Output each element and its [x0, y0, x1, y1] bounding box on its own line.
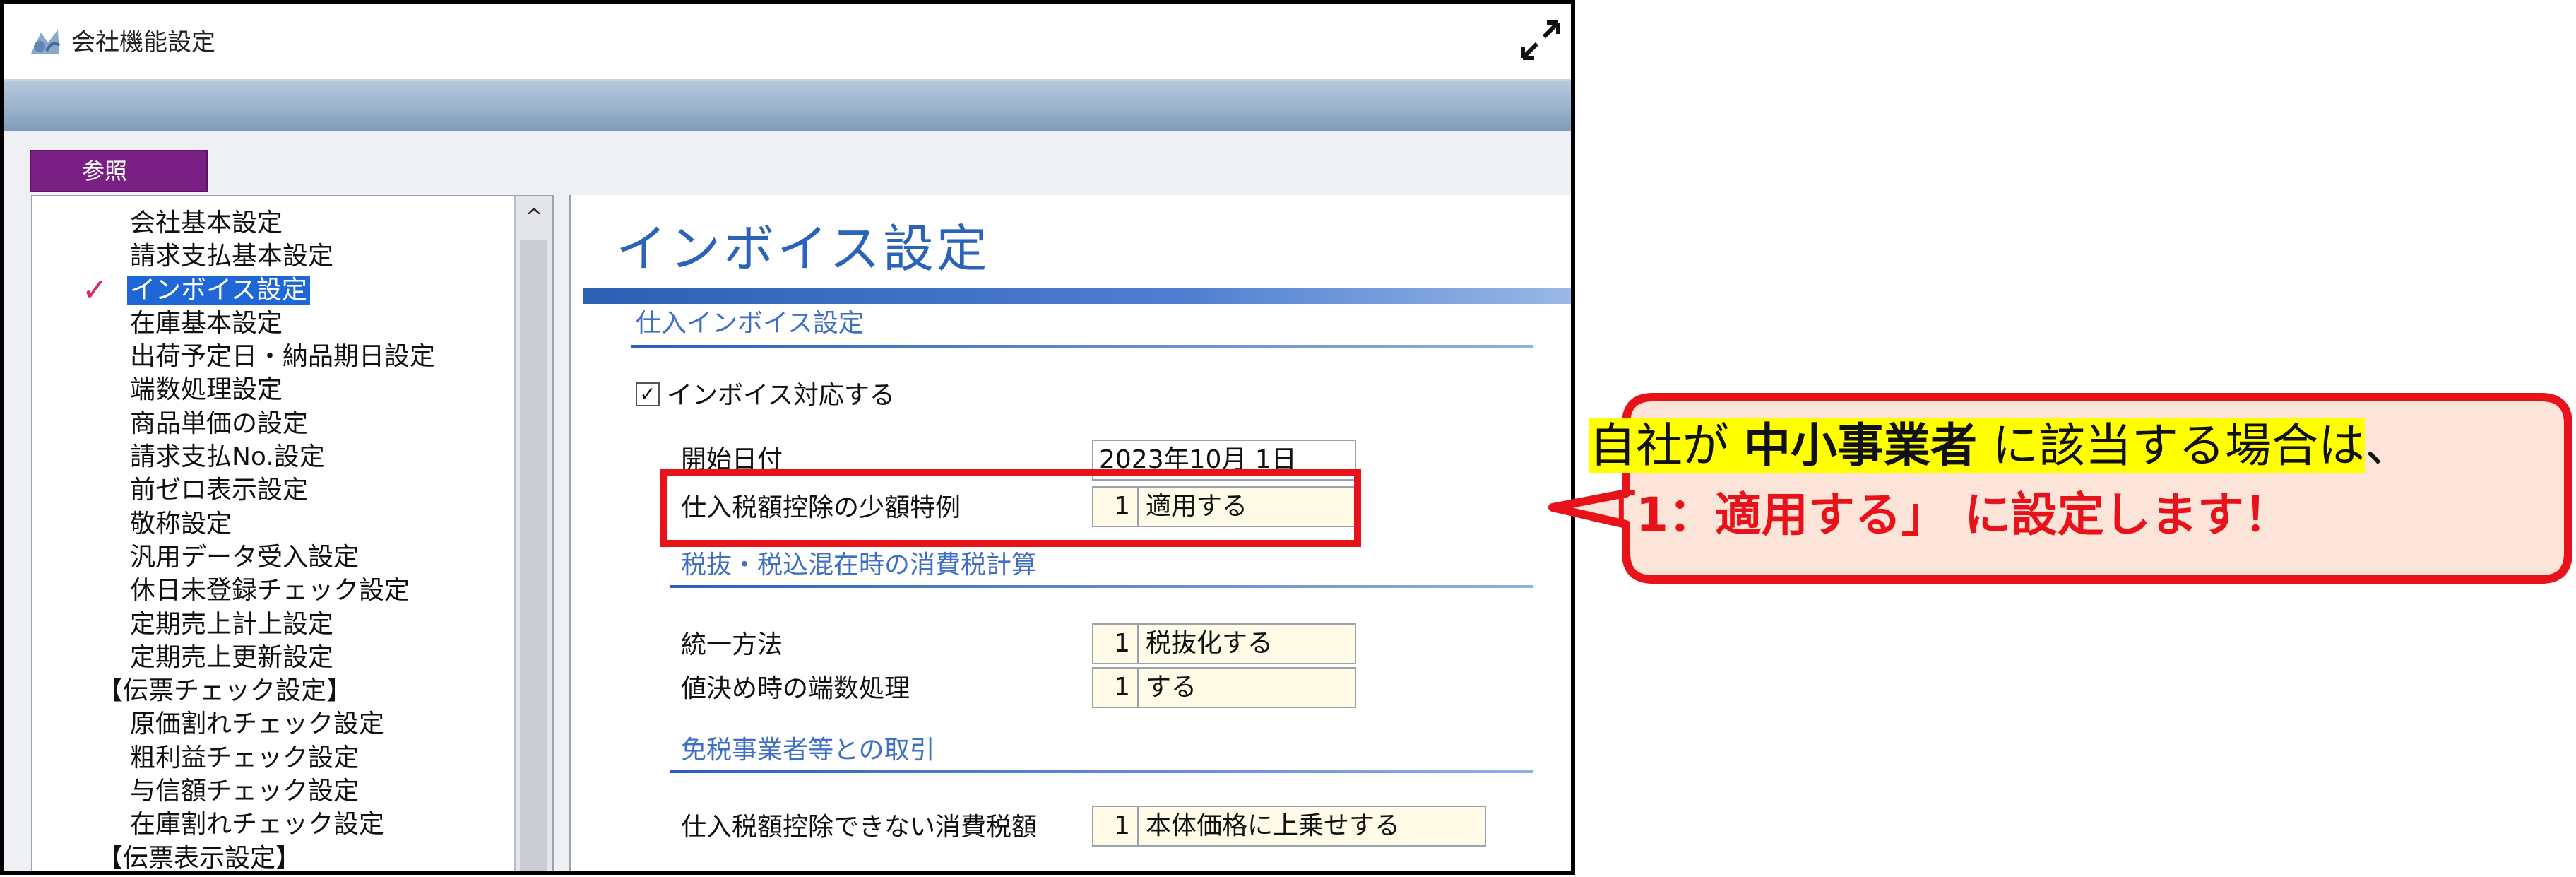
tree-item-label: 定期売上更新設定 — [130, 642, 334, 672]
tree-item-label: 敬称設定 — [130, 509, 232, 538]
tree-item-label: 与信額チェック設定 — [130, 777, 360, 806]
callout-post: に該当する場合は — [1976, 418, 2365, 473]
invoice-checkbox-row[interactable]: ✓ インボイス対応する — [636, 377, 895, 414]
tree-item-label: 請求支払No.設定 — [130, 442, 325, 472]
callout-pre: 自社が — [1589, 418, 1744, 473]
rounding-field[interactable]: 1 する — [1092, 667, 1356, 708]
settings-tree: 会社基本設定請求支払基本設定 ✓ インボイス設定 在庫基本設定出荷予定日・納品期日設定… — [31, 195, 554, 873]
tree-item[interactable]: 【伝票表示設定】 — [32, 842, 513, 873]
tree-item[interactable]: 請求支払No.設定 — [32, 440, 513, 473]
scrollbar-thumb[interactable] — [520, 240, 547, 871]
rounding-code: 1 — [1093, 669, 1139, 707]
nondeductible-label: 仕入税額控除できない消費税額 — [681, 813, 1038, 842]
tree-item-label: 【伝票チェック設定】 — [97, 676, 352, 706]
tree-item-label: 会社基本設定 — [130, 208, 283, 237]
unify-method-value: 税抜化する — [1146, 629, 1274, 658]
callout-tail: 、 — [2364, 418, 2411, 473]
tree-item-label: 休日未登録チェック設定 — [130, 576, 410, 606]
tree-item-label: 在庫割れチェック設定 — [130, 810, 385, 840]
tree-item[interactable]: 敬称設定 — [32, 507, 513, 541]
section-rule — [670, 770, 1533, 773]
nondeductible-field[interactable]: 1 本体価格に上乗せする — [1092, 806, 1486, 847]
tree-item[interactable]: 端数処理設定 — [32, 373, 513, 406]
callout-line-1: 自社が 中小事業者 に該当する場合は、 — [1589, 411, 2550, 481]
checkmark-icon: ✓ — [82, 271, 108, 308]
tree-item[interactable]: 休日未登録チェック設定 — [32, 574, 513, 607]
tree-item[interactable]: 在庫割れチェック設定 — [32, 808, 513, 841]
section-tax-exempt: 免税事業者等との取引 — [681, 736, 935, 765]
section-rule — [631, 345, 1533, 348]
expand-arrows-icon[interactable] — [1516, 16, 1565, 65]
highlight-box — [660, 469, 1361, 547]
tree-item[interactable]: 定期売上計上設定 — [32, 608, 513, 641]
tree-item[interactable]: 出荷予定日・納品期日設定 — [32, 340, 513, 373]
tree-item[interactable]: 在庫基本設定 — [32, 307, 513, 340]
tree-item[interactable]: 汎用データ受入設定 — [32, 541, 513, 574]
tree-item[interactable]: 与信額チェック設定 — [32, 775, 513, 808]
toolbar-band — [4, 81, 1571, 131]
window-title: 会社機能設定 — [71, 28, 215, 57]
tree-item[interactable]: 粗利益チェック設定 — [32, 741, 513, 775]
tree-item[interactable]: ✓ インボイス設定 — [32, 273, 513, 307]
tree-item-label: 出荷予定日・納品期日設定 — [130, 342, 436, 372]
invoice-checkbox[interactable]: ✓ — [636, 382, 660, 406]
tree-item[interactable]: 前ゼロ表示設定 — [32, 473, 513, 507]
tree-item[interactable]: 請求支払基本設定 — [32, 240, 513, 273]
callout-text: 自社が 中小事業者 に該当する場合は、 「1：適用する」 に設定します！ — [1589, 411, 2550, 550]
tree-item-label: 前ゼロ表示設定 — [130, 476, 309, 505]
tree-item-label: 粗利益チェック設定 — [130, 743, 360, 772]
tree-item-label: 定期売上計上設定 — [130, 609, 334, 639]
tree-item[interactable]: 会社基本設定 — [32, 206, 513, 240]
section-rule — [670, 585, 1533, 588]
tree-item-label: 在庫基本設定 — [130, 308, 283, 338]
settings-window: 会社機能設定 参照 会社基本設定 請求支払基本設定 ✓ インボイス設定 在庫基本設定 出荷… — [0, 0, 1575, 875]
rounding-value: する — [1146, 673, 1197, 702]
title-bar: 会社機能設定 — [4, 4, 1571, 81]
nondeductible-value: 本体価格に上乗せする — [1146, 811, 1401, 840]
tab-reference[interactable]: 参照 — [31, 151, 206, 191]
tree-item[interactable]: 商品単価の設定 — [32, 407, 513, 440]
app-icon — [31, 30, 61, 54]
section-tax-calc: 税抜・税込混在時の消費税計算 — [681, 551, 1038, 579]
callout-line-2: 「1：適用する」 に設定します！ — [1589, 488, 2291, 542]
tree-item[interactable]: 原価割れチェック設定 — [32, 707, 513, 741]
tree-item[interactable]: 定期売上更新設定 — [32, 641, 513, 674]
tree-item-label: 原価割れチェック設定 — [130, 710, 385, 739]
page-title: インボイス設定 — [616, 219, 990, 278]
callout-highlight: 自社が 中小事業者 に該当する場合は — [1589, 418, 2365, 473]
unify-method-label: 統一方法 — [681, 630, 783, 659]
unify-method-code: 1 — [1093, 625, 1139, 663]
callout-bold-term: 中小事業者 — [1743, 418, 1977, 473]
tree-item-label: 商品単価の設定 — [130, 408, 309, 438]
invoice-checkbox-label: インボイス対応する — [667, 381, 895, 410]
scroll-up-icon[interactable]: ^ — [516, 196, 552, 236]
title-underline — [583, 288, 1571, 304]
tree-scrollbar[interactable]: ^ — [514, 196, 552, 871]
unify-method-field[interactable]: 1 税抜化する — [1092, 623, 1356, 664]
tree-item[interactable]: 【伝票チェック設定】 — [32, 674, 513, 707]
tree-item-label: 汎用データ受入設定 — [130, 542, 360, 572]
tree-item-label: インボイス設定 — [127, 275, 310, 305]
tree-item-label: 端数処理設定 — [130, 375, 283, 405]
nondeductible-code: 1 — [1093, 807, 1139, 845]
tree-item-label: 請求支払基本設定 — [130, 242, 334, 271]
tree-item-label: 【伝票表示設定】 — [97, 843, 302, 873]
section-purchase-invoice: 仕入インボイス設定 — [636, 309, 864, 338]
tree-list: 会社基本設定請求支払基本設定 ✓ インボイス設定 在庫基本設定出荷予定日・納品期日設定… — [32, 206, 513, 873]
rounding-label: 値決め時の端数処理 — [681, 674, 910, 703]
